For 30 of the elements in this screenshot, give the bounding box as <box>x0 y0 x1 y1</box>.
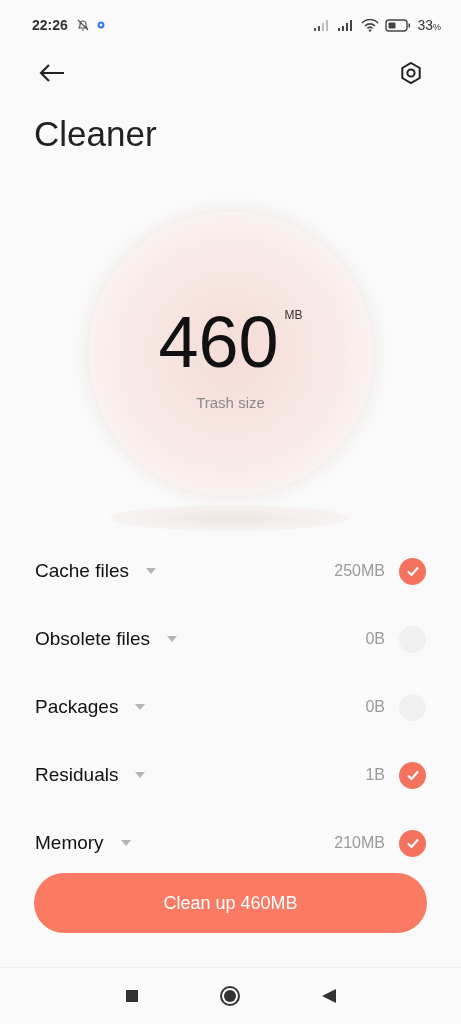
category-size: 1B <box>365 766 385 784</box>
caret-icon[interactable] <box>166 635 179 643</box>
trash-size-caption: Trash size <box>196 393 265 411</box>
caret-icon[interactable] <box>134 703 147 711</box>
battery-icon <box>385 18 412 32</box>
category-size: 0B <box>365 630 385 648</box>
category-size: 210MB <box>334 834 385 852</box>
recents-icon[interactable] <box>124 989 139 1003</box>
battery-level: 33% <box>417 17 441 33</box>
trash-size-unit: MB <box>284 307 303 322</box>
category-name[interactable]: Obsolete files <box>35 628 151 650</box>
page-title: Cleaner <box>34 114 158 154</box>
bell-off-icon <box>75 18 90 32</box>
wifi-icon <box>361 18 380 32</box>
checkbox[interactable] <box>399 829 426 857</box>
trash-size-value: 460 <box>158 305 279 378</box>
category-name[interactable]: Packages <box>35 696 119 718</box>
checkbox[interactable] <box>399 557 426 585</box>
category-name[interactable]: Memory <box>35 832 104 854</box>
category-size: 250MB <box>334 562 385 580</box>
home-icon[interactable] <box>218 985 241 1007</box>
caret-icon[interactable] <box>134 771 147 779</box>
caret-icon[interactable] <box>145 567 157 575</box>
back-icon[interactable] <box>320 988 337 1004</box>
status-time: 22:26 <box>32 17 68 33</box>
category-name[interactable]: Cache files <box>35 560 129 582</box>
caret-icon[interactable] <box>119 839 132 847</box>
category-size: 0B <box>365 698 385 716</box>
checkbox[interactable] <box>399 761 426 789</box>
category-name[interactable]: Residuals <box>35 764 119 786</box>
